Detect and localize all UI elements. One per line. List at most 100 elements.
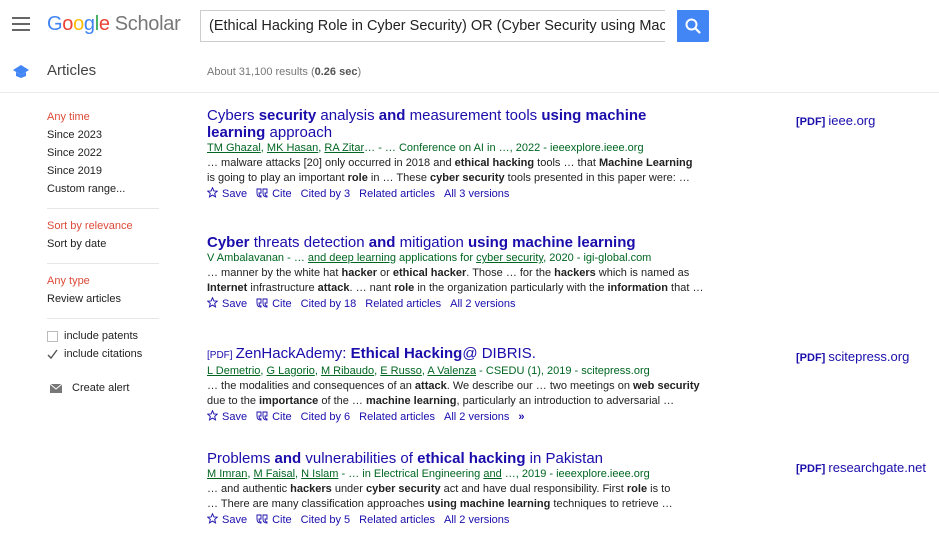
- result-title[interactable]: [PDF] ZenHackAdemy: Ethical Hacking@ DIBR…: [207, 345, 707, 364]
- author-segment[interactable]: N Islam: [301, 468, 338, 480]
- snippet-segment: attack: [317, 282, 350, 294]
- author-segment: … - … Conference on AI in …, 2022 - ieee…: [364, 142, 644, 154]
- related-articles-link[interactable]: Related articles: [359, 411, 435, 423]
- versions-link[interactable]: All 2 versions: [444, 411, 509, 423]
- author-segment[interactable]: G Lagorio: [267, 365, 315, 377]
- title-segment: Ethical Hacking: [350, 345, 463, 362]
- author-segment[interactable]: TM Ghazal: [207, 142, 261, 154]
- logo-letter: g: [83, 13, 95, 35]
- snippet-segment: machine learning: [366, 395, 457, 407]
- result-title[interactable]: Cyber threats detection and mitigation u…: [207, 234, 707, 251]
- save-button[interactable]: Save: [206, 409, 247, 423]
- cited-by-link[interactable]: Cited by 6: [301, 411, 351, 423]
- cite-button[interactable]: Cite: [256, 411, 292, 423]
- author-segment[interactable]: MK Hasan: [267, 142, 318, 154]
- result-authors: TM Ghazal, MK Hasan, RA Zitar… - … Confe…: [207, 141, 707, 156]
- divider: [47, 208, 159, 209]
- include-citations-checkbox[interactable]: include citations: [47, 345, 187, 363]
- pdf-link[interactable]: [PDF] scitepress.org: [796, 349, 909, 364]
- author-segment: - CSEDU (1), 2019 - scitepress.org: [476, 365, 650, 377]
- sort-option-0[interactable]: Sort by relevance: [47, 217, 187, 235]
- related-articles-link[interactable]: Related articles: [365, 298, 441, 310]
- author-segment[interactable]: M Faisal: [253, 468, 295, 480]
- author-segment[interactable]: A Valenza: [427, 365, 476, 377]
- cited-by-link[interactable]: Cited by 3: [301, 188, 351, 200]
- search-result: Cyber threats detection and mitigation u…: [206, 234, 707, 312]
- time-filter-1[interactable]: Since 2023: [47, 126, 187, 144]
- result-snippet-line: is going to play an important role in … …: [207, 171, 707, 186]
- cite-button[interactable]: Cite: [256, 514, 292, 526]
- related-articles-link[interactable]: Related articles: [359, 514, 435, 526]
- search-input[interactable]: (Ethical Hacking Role in Cyber Security)…: [200, 10, 665, 42]
- pdf-label: [PDF]: [796, 463, 829, 475]
- cite-button[interactable]: Cite: [256, 188, 292, 200]
- quote-icon: [256, 411, 268, 421]
- snippet-segment: hacker: [341, 267, 377, 279]
- title-segment: using machine learning: [468, 234, 636, 251]
- time-filter-0[interactable]: Any time: [47, 108, 187, 126]
- save-button[interactable]: Save: [206, 186, 248, 200]
- time-filter-4[interactable]: Custom range...: [47, 180, 187, 198]
- title-segment: Cyber: [207, 234, 250, 251]
- snippet-segment: role: [394, 282, 415, 294]
- search-button[interactable]: [677, 10, 709, 42]
- author-segment[interactable]: and deep learning: [308, 252, 396, 264]
- more-icon[interactable]: »: [518, 411, 524, 423]
- versions-link[interactable]: All 2 versions: [450, 298, 515, 310]
- save-button[interactable]: Save: [206, 296, 247, 310]
- author-segment[interactable]: and: [483, 468, 501, 480]
- time-filter-2[interactable]: Since 2022: [47, 144, 187, 162]
- author-segment[interactable]: cyber security: [476, 252, 543, 264]
- save-label: Save: [222, 188, 248, 200]
- pdf-link[interactable]: [PDF] ieee.org: [796, 113, 875, 128]
- filter-sidebar: Any time Since 2023 Since 2022 Since 2019 Cu…: [47, 108, 187, 397]
- title-segment: threats detection: [249, 234, 369, 251]
- versions-link[interactable]: All 3 versions: [444, 188, 509, 200]
- author-segment[interactable]: M Ribaudo: [321, 365, 374, 377]
- snippet-segment: in the organization particularly with th…: [414, 282, 608, 294]
- author-segment[interactable]: L Demetrio: [207, 365, 260, 377]
- title-segment: ZenHackAdemy:: [235, 345, 351, 362]
- versions-link[interactable]: All 2 versions: [444, 514, 509, 526]
- snippet-segment: that …: [668, 282, 704, 294]
- result-title[interactable]: Cybers security analysis and measurement…: [207, 107, 707, 141]
- pdf-label: [PDF]: [796, 352, 829, 364]
- menu-icon[interactable]: [12, 17, 30, 31]
- author-segment[interactable]: M Imran: [207, 468, 247, 480]
- type-group: Any type Review articles: [47, 272, 187, 308]
- title-segment: approach: [265, 124, 333, 141]
- cite-button[interactable]: Cite: [256, 298, 292, 310]
- pdf-link[interactable]: [PDF] researchgate.net: [796, 460, 926, 475]
- result-snippet-line: … manner by the white hat hacker or ethi…: [207, 266, 707, 281]
- result-title[interactable]: Problems and vulnerabilities of ethical …: [207, 450, 707, 467]
- google-scholar-logo[interactable]: Google Scholar: [47, 13, 181, 36]
- type-option-1[interactable]: Review articles: [47, 290, 187, 308]
- author-segment[interactable]: RA Zitar: [324, 142, 364, 154]
- cite-label: Cite: [272, 188, 292, 200]
- snippet-segment: . We describe our … two meetings on: [446, 380, 633, 392]
- snippet-segment: information: [607, 282, 669, 294]
- cited-by-link[interactable]: Cited by 5: [301, 514, 351, 526]
- pdf-source: scitepress.org: [828, 349, 910, 364]
- snippet-segment: . … nant: [349, 282, 395, 294]
- cite-label: Cite: [272, 514, 292, 526]
- star-icon: [206, 512, 219, 524]
- time-filter-3[interactable]: Since 2019: [47, 162, 187, 180]
- snippet-segment: … the modalities and consequences of an: [207, 380, 415, 392]
- related-articles-link[interactable]: Related articles: [359, 188, 435, 200]
- create-alert-label: Create alert: [72, 382, 130, 394]
- top-bar: Google Scholar (Ethical Hacking Role in C…: [0, 0, 939, 50]
- include-patents-checkbox[interactable]: include patents: [47, 327, 187, 345]
- type-option-0[interactable]: Any type: [47, 272, 187, 290]
- cited-by-link[interactable]: Cited by 18: [301, 298, 357, 310]
- snippet-segment: … manner by the white hat: [207, 267, 342, 279]
- save-button[interactable]: Save: [206, 512, 248, 526]
- snippet-segment: … and authentic: [207, 483, 291, 495]
- search-result: [PDF] ZenHackAdemy: Ethical Hacking@ DIBR…: [206, 345, 707, 425]
- title-segment: and: [274, 450, 302, 467]
- sort-option-1[interactable]: Sort by date: [47, 235, 187, 253]
- pdf-label: [PDF]: [796, 116, 829, 128]
- author-segment[interactable]: E Russo: [380, 365, 422, 377]
- save-label: Save: [222, 514, 248, 526]
- create-alert-link[interactable]: Create alert: [47, 379, 187, 397]
